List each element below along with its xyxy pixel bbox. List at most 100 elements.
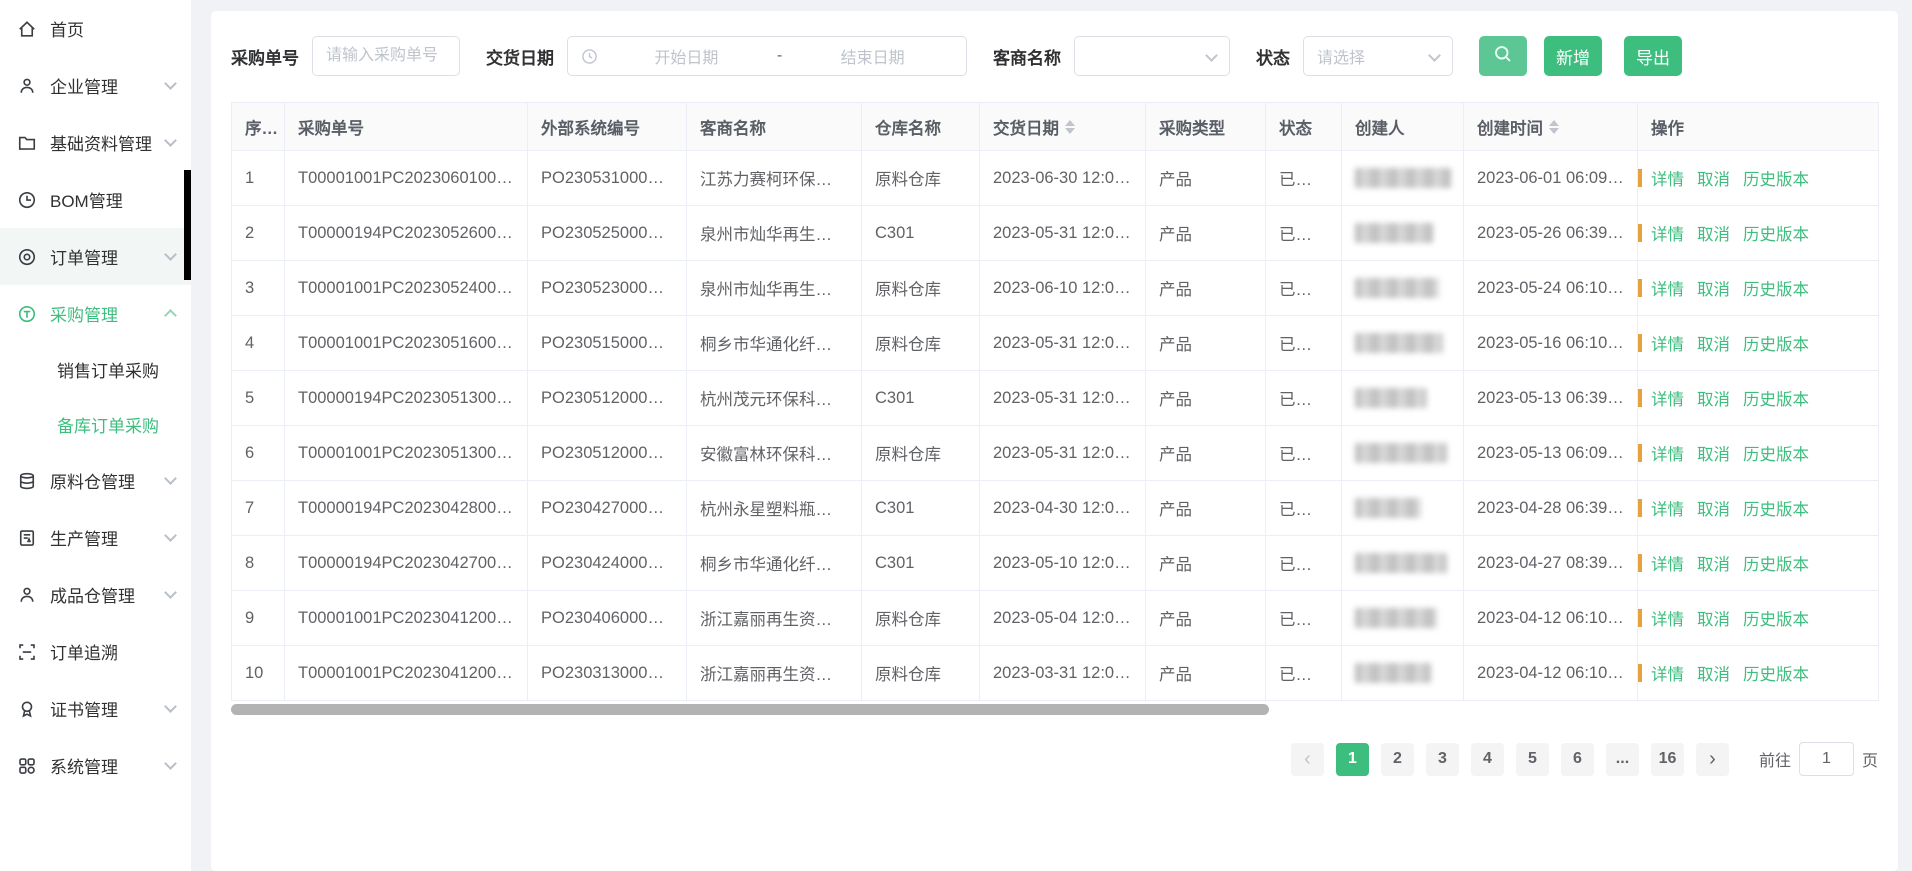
- sidebar-item-5[interactable]: 采购管理: [0, 285, 191, 342]
- action-link-cancel[interactable]: 取消: [1697, 166, 1730, 190]
- action-link-detail[interactable]: 详情: [1651, 166, 1684, 190]
- action-link-history[interactable]: 历史版本: [1743, 276, 1809, 300]
- customer-select[interactable]: [1074, 36, 1230, 76]
- sidebar-item-0[interactable]: 首页: [0, 0, 191, 57]
- cell-actions: 详情取消历史版本: [1638, 316, 1879, 371]
- action-link-cancel[interactable]: 取消: [1697, 386, 1730, 410]
- cell-po-no: T00001001PC2023041200000135: [285, 646, 528, 701]
- action-link-detail[interactable]: 详情: [1651, 496, 1684, 520]
- action-link-detail[interactable]: 详情: [1651, 221, 1684, 245]
- action-link-cancel[interactable]: 取消: [1697, 661, 1730, 685]
- sort-carets-icon[interactable]: [1549, 120, 1559, 134]
- page-button-16[interactable]: 16: [1651, 743, 1684, 776]
- sidebar-item-2[interactable]: 基础资料管理: [0, 114, 191, 171]
- sidebar-item-4[interactable]: 订单管理: [0, 228, 191, 285]
- search-icon: [1493, 44, 1513, 69]
- cell-creator-redacted: [1342, 591, 1464, 646]
- table-row: 3T00001001PC2023052400000139PO2305230000…: [232, 261, 1879, 316]
- action-link-history[interactable]: 历史版本: [1743, 606, 1809, 630]
- delivery-date-range-picker[interactable]: 开始日期 - 结束日期: [567, 36, 967, 76]
- chevron-down-icon: [164, 757, 177, 770]
- redacted-creator-name: [1355, 168, 1451, 188]
- action-link-detail[interactable]: 详情: [1651, 606, 1684, 630]
- hidden-action-marker: [1638, 499, 1642, 517]
- cell-creator-redacted: [1342, 536, 1464, 591]
- page-button-5[interactable]: 5: [1516, 743, 1549, 776]
- action-link-cancel[interactable]: 取消: [1697, 331, 1730, 355]
- next-page-button[interactable]: ›: [1696, 743, 1729, 776]
- finished-goods-icon: [17, 585, 37, 605]
- cell-status: 已确认: [1266, 536, 1342, 591]
- status-select[interactable]: 请选择: [1303, 36, 1453, 76]
- table-row: 10T00001001PC2023041200000135PO230313000…: [232, 646, 1879, 701]
- hidden-action-marker: [1638, 224, 1642, 242]
- sidebar-item-10[interactable]: 证书管理: [0, 680, 191, 737]
- action-link-cancel[interactable]: 取消: [1697, 606, 1730, 630]
- action-link-history[interactable]: 历史版本: [1743, 496, 1809, 520]
- goto-page-input[interactable]: [1799, 742, 1854, 776]
- cell-ext-no: PO23052500000010: [528, 206, 687, 261]
- cell-po-no: T00000194PC2023052600001072: [285, 206, 528, 261]
- sidebar-item-1[interactable]: 企业管理: [0, 57, 191, 114]
- action-link-detail[interactable]: 详情: [1651, 386, 1684, 410]
- action-link-history[interactable]: 历史版本: [1743, 386, 1809, 410]
- purchase-icon: [17, 304, 37, 324]
- action-link-detail[interactable]: 详情: [1651, 276, 1684, 300]
- action-link-detail[interactable]: 详情: [1651, 551, 1684, 575]
- search-button[interactable]: [1479, 36, 1527, 76]
- sidebar-item-9[interactable]: 订单追溯: [0, 623, 191, 680]
- column-header-5[interactable]: 交货日期: [980, 103, 1146, 151]
- column-header-4: 仓库名称: [862, 103, 980, 151]
- page-button-1[interactable]: 1: [1336, 743, 1369, 776]
- sidebar-item-11[interactable]: 系统管理: [0, 737, 191, 794]
- sidebar-item-8[interactable]: 成品仓管理: [0, 566, 191, 623]
- action-link-detail[interactable]: 详情: [1651, 331, 1684, 355]
- sidebar-item-7[interactable]: 生产管理: [0, 509, 191, 566]
- cell-purchase-type: 产品: [1146, 646, 1266, 701]
- action-link-cancel[interactable]: 取消: [1697, 276, 1730, 300]
- sidebar: 首页企业管理基础资料管理 BOM管理订单管理采购管理销售订单采购备库订单采购原料仓…: [0, 0, 191, 871]
- column-header-0: 序号: [232, 103, 285, 151]
- sort-carets-icon[interactable]: [1065, 120, 1075, 134]
- more-pages-button[interactable]: ...: [1606, 743, 1639, 776]
- action-link-history[interactable]: 历史版本: [1743, 551, 1809, 575]
- page-button-2[interactable]: 2: [1381, 743, 1414, 776]
- page-button-6[interactable]: 6: [1561, 743, 1594, 776]
- action-link-detail[interactable]: 详情: [1651, 661, 1684, 685]
- action-link-history[interactable]: 历史版本: [1743, 331, 1809, 355]
- action-link-cancel[interactable]: 取消: [1697, 441, 1730, 465]
- cell-purchase-type: 产品: [1146, 481, 1266, 536]
- action-link-history[interactable]: 历史版本: [1743, 166, 1809, 190]
- hidden-action-marker: [1638, 169, 1642, 187]
- column-header-6: 采购类型: [1146, 103, 1266, 151]
- action-link-cancel[interactable]: 取消: [1697, 221, 1730, 245]
- table-row: 9T00001001PC2023041200000136PO2304060000…: [232, 591, 1879, 646]
- purchase-no-input[interactable]: [312, 36, 460, 76]
- action-link-history[interactable]: 历史版本: [1743, 221, 1809, 245]
- prev-page-button[interactable]: ‹: [1291, 743, 1324, 776]
- action-link-cancel[interactable]: 取消: [1697, 551, 1730, 575]
- action-link-detail[interactable]: 详情: [1651, 441, 1684, 465]
- cell-status: 已确认: [1266, 261, 1342, 316]
- action-link-cancel[interactable]: 取消: [1697, 496, 1730, 520]
- sidebar-subitem-5-1[interactable]: 备库订单采购: [0, 397, 191, 452]
- purchase-no-label: 采购单号: [231, 44, 299, 69]
- sidebar-subitem-5-0[interactable]: 销售订单采购: [0, 342, 191, 397]
- sidebar-item-6[interactable]: 原料仓管理: [0, 452, 191, 509]
- sidebar-item-label: 生产管理: [50, 525, 166, 550]
- redacted-creator-name: [1355, 443, 1447, 463]
- action-link-history[interactable]: 历史版本: [1743, 441, 1809, 465]
- page-button-4[interactable]: 4: [1471, 743, 1504, 776]
- column-header-9[interactable]: 创建时间: [1464, 103, 1638, 151]
- chevron-down-icon: [1205, 49, 1218, 62]
- page-button-3[interactable]: 3: [1426, 743, 1459, 776]
- certificate-icon: [17, 699, 37, 719]
- export-button[interactable]: 导出: [1624, 36, 1682, 76]
- sidebar-item-3[interactable]: BOM管理: [0, 171, 191, 228]
- action-link-history[interactable]: 历史版本: [1743, 661, 1809, 685]
- add-button[interactable]: 新增: [1544, 36, 1602, 76]
- sidebar-scrollbar-thumb[interactable]: [184, 170, 191, 280]
- horizontal-scrollbar-thumb[interactable]: [231, 704, 1269, 715]
- column-header-7: 状态: [1266, 103, 1342, 151]
- sidebar-item-label: 基础资料管理: [50, 130, 166, 155]
